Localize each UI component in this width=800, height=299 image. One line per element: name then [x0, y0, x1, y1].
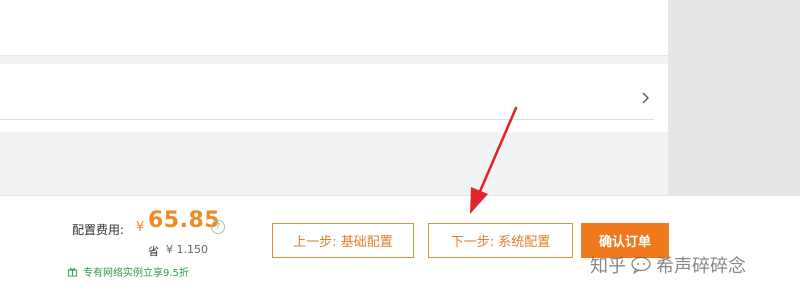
watermark-platform: 知乎 — [590, 256, 626, 277]
savings-value: ¥ 1.150 — [166, 243, 208, 256]
chevron-right-icon[interactable] — [640, 90, 652, 106]
price-value: 65.85 — [148, 208, 221, 233]
expandable-section-card — [0, 64, 668, 132]
next-step-button[interactable]: 下一步: 系统配置 — [428, 223, 573, 258]
watermark: 知乎 希声碎碎念 — [590, 251, 746, 279]
help-icon[interactable]: ? — [211, 220, 225, 234]
config-section-card — [0, 0, 668, 56]
chat-bubble-icon — [631, 256, 651, 274]
promo-notice: 专有网络实例立享9.5折 — [67, 264, 189, 279]
right-gutter — [668, 0, 800, 195]
price-label: 配置费用: — [72, 223, 125, 237]
currency-symbol: ¥ — [136, 220, 145, 235]
gift-icon — [67, 268, 78, 277]
watermark-handle: 希声碎碎念 — [656, 256, 746, 277]
savings-label: 省 — [148, 245, 159, 258]
expandable-row[interactable] — [0, 64, 654, 120]
promo-text: 专有网络实例立享9.5折 — [83, 268, 189, 279]
previous-step-button[interactable]: 上一步: 基础配置 — [272, 223, 414, 258]
